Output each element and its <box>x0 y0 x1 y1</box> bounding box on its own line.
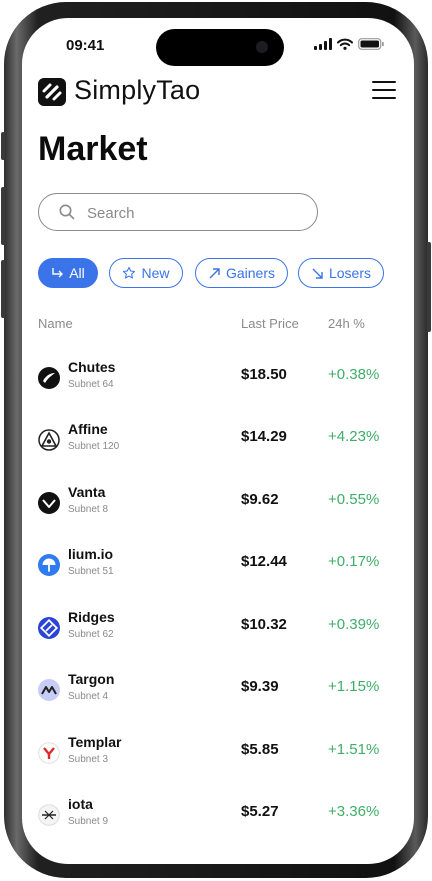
asset-subnet: Subnet 64 <box>68 379 114 390</box>
asset-name: lium.io <box>68 546 114 562</box>
iota-icon <box>38 804 60 826</box>
signal-icon <box>314 38 332 50</box>
asset-subnet: Subnet 51 <box>68 566 114 577</box>
asset-subnet: Subnet 8 <box>68 504 109 515</box>
dynamic-island <box>156 29 284 66</box>
phone-frame: 09:41 SimplyTao Market Search All New Ga… <box>1 2 431 878</box>
filter-chip-label: Gainers <box>225 265 276 281</box>
asset-change: +4.23% <box>328 428 380 445</box>
mute-switch <box>1 132 5 160</box>
wifi-icon <box>337 38 353 50</box>
asset-price: $9.39 <box>241 678 279 695</box>
status-bar: 09:41 <box>22 18 414 68</box>
asset-name: Templar <box>68 734 122 750</box>
asset-subnet: Subnet 62 <box>68 629 114 640</box>
filter-chip-gainers[interactable]: Gainers <box>195 258 288 288</box>
logo-icon <box>42 83 62 101</box>
asset-price: $12.44 <box>241 553 287 570</box>
filter-chip-losers[interactable]: Losers <box>298 258 384 288</box>
search-input[interactable] <box>85 200 309 226</box>
column-header-name[interactable]: Name <box>38 316 73 331</box>
asset-subnet: Subnet 120 <box>68 441 120 452</box>
asset-price: $5.85 <box>241 741 279 758</box>
asset-name: Targon <box>68 671 115 687</box>
filter-chip-label: All <box>69 265 85 281</box>
hamburger-menu-icon[interactable] <box>372 81 396 101</box>
templar-icon <box>38 742 60 764</box>
return-arrow-icon <box>52 267 64 277</box>
asset-price: $10.32 <box>241 616 287 633</box>
market-row[interactable]: lium.io Subnet 51 $12.44 +0.17% <box>38 543 386 587</box>
asset-price: $14.29 <box>241 428 287 445</box>
filter-chip-new[interactable]: New <box>109 258 183 288</box>
vanta-icon <box>38 492 60 514</box>
asset-name: Vanta <box>68 484 106 500</box>
asset-price: $18.50 <box>241 366 287 383</box>
arrow-down-right-icon <box>312 268 323 279</box>
asset-change: +3.36% <box>328 803 380 820</box>
search-icon <box>59 204 75 220</box>
asset-change: +0.17% <box>328 553 380 570</box>
lium-icon <box>38 554 60 576</box>
ridges-icon <box>38 617 60 639</box>
asset-change: +1.51% <box>328 741 380 758</box>
market-row[interactable]: Chutes Subnet 64 $18.50 +0.38% <box>38 356 386 400</box>
arrow-up-right-icon <box>209 267 220 278</box>
star-icon <box>123 266 136 279</box>
asset-change: +1.15% <box>328 678 380 695</box>
asset-subnet: Subnet 3 <box>68 754 109 765</box>
column-header-change[interactable]: 24h % <box>328 316 365 331</box>
filter-chip-label: New <box>141 265 170 281</box>
asset-price: $9.62 <box>241 491 279 508</box>
market-row[interactable]: iota Subnet 9 $5.27 +3.36% <box>38 793 386 837</box>
page-title: Market <box>38 130 148 168</box>
asset-subnet: Subnet 4 <box>68 691 109 702</box>
asset-name: Ridges <box>68 609 115 625</box>
asset-price: $5.27 <box>241 803 279 820</box>
filter-chip-all[interactable]: All <box>38 258 98 288</box>
asset-change: +0.38% <box>328 366 380 383</box>
asset-name: iota <box>68 796 93 812</box>
app-header: SimplyTao <box>38 75 396 111</box>
asset-name: Affine <box>68 421 108 437</box>
status-time: 09:41 <box>66 37 105 54</box>
asset-change: +0.55% <box>328 491 380 508</box>
affine-icon <box>38 429 60 451</box>
screen: 09:41 SimplyTao Market Search All New Ga… <box>22 18 414 864</box>
filter-chip-label: Losers <box>328 265 372 281</box>
app-logo <box>38 78 66 106</box>
asset-subnet: Subnet 9 <box>68 816 109 827</box>
targon-icon <box>38 679 60 701</box>
search-bar[interactable] <box>38 193 318 231</box>
asset-change: +0.39% <box>328 616 380 633</box>
market-row[interactable]: Vanta Subnet 8 $9.62 +0.55% <box>38 481 386 525</box>
battery-icon <box>358 38 384 50</box>
power-button <box>427 242 431 332</box>
volume-down-button <box>1 260 5 318</box>
camera-icon <box>256 41 268 53</box>
market-row[interactable]: Ridges Subnet 62 $10.32 +0.39% <box>38 606 386 650</box>
market-row[interactable]: Templar Subnet 3 $5.85 +1.51% <box>38 731 386 775</box>
status-icons <box>314 38 384 50</box>
market-row[interactable]: Affine Subnet 120 $14.29 +4.23% <box>38 418 386 462</box>
column-header-price[interactable]: Last Price <box>241 316 299 331</box>
volume-up-button <box>1 187 5 245</box>
asset-name: Chutes <box>68 359 116 375</box>
brand-name: SimplyTao <box>74 75 201 105</box>
chutes-icon <box>38 367 60 389</box>
market-row[interactable]: Targon Subnet 4 $9.39 +1.15% <box>38 668 386 712</box>
